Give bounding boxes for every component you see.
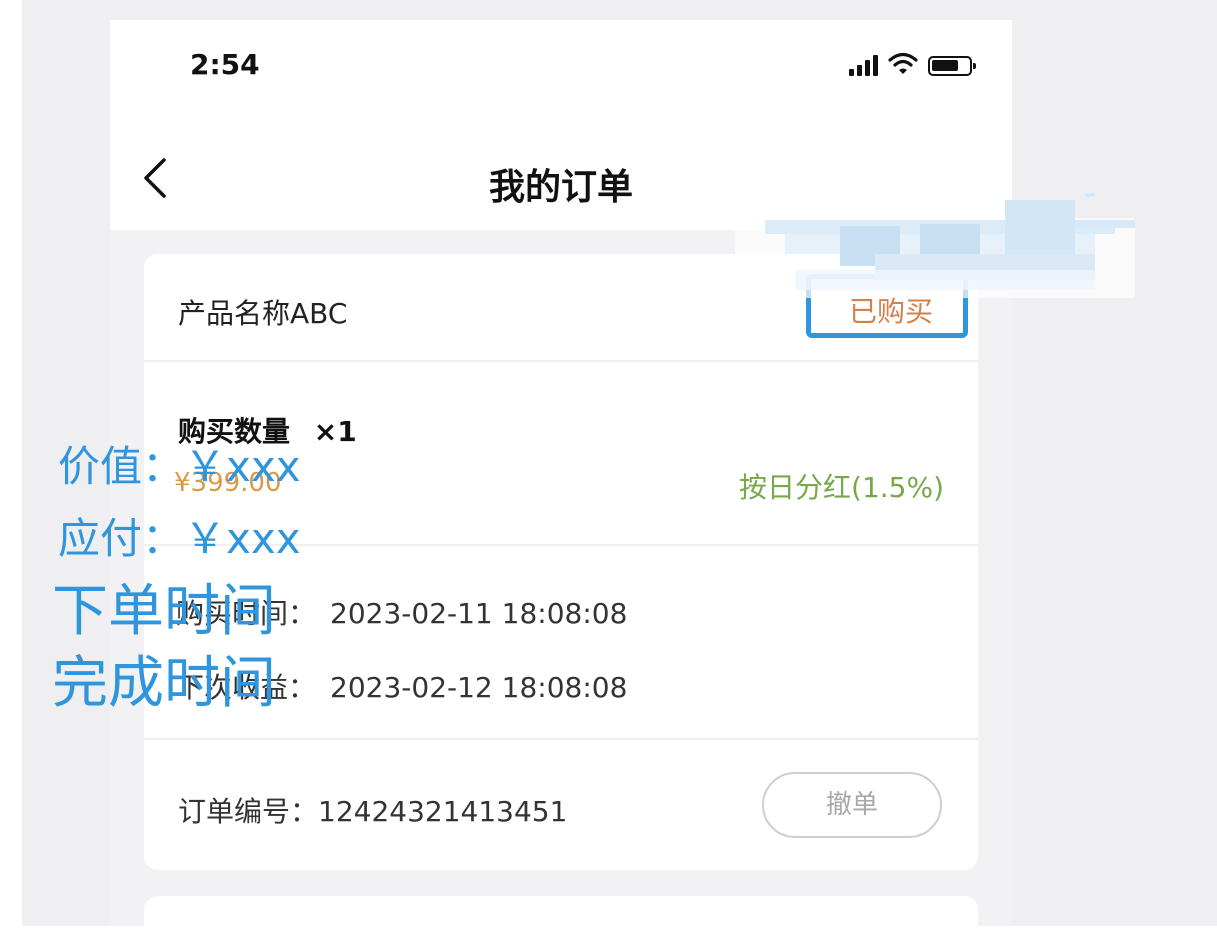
annotation-order-time: 下单时间 xyxy=(52,579,276,644)
next-income-value: 2023-02-12 18:08:08 xyxy=(330,671,628,704)
divider xyxy=(144,360,978,362)
wifi-icon xyxy=(888,52,918,74)
next-order-card xyxy=(144,896,978,926)
product-name: 产品名称ABC xyxy=(178,297,348,330)
cancel-order-button[interactable]: 撤单 xyxy=(762,772,942,838)
order-number: 订单编号：12424321413451 xyxy=(178,790,567,830)
system-icons xyxy=(849,52,976,76)
divider xyxy=(144,738,978,740)
status-time: 2:54 xyxy=(190,48,260,81)
order-number-value: 12424321413451 xyxy=(318,795,568,828)
annotation-payable: 应付：￥xxx xyxy=(58,514,301,563)
dividend-rate: 按日分红(1.5%) xyxy=(739,471,944,504)
annotation-value: 价值：￥xxx xyxy=(58,442,301,491)
purchase-time-value: 2023-02-11 18:08:08 xyxy=(330,597,628,630)
blurred-scribble xyxy=(735,192,1135,298)
order-number-label: 订单编号： xyxy=(178,795,319,828)
annotation-complete-time: 完成时间 xyxy=(52,651,276,716)
quantity-value: ×1 xyxy=(313,415,357,448)
signal-icon xyxy=(849,54,878,76)
battery-icon xyxy=(928,56,976,76)
status-bar: 2:54 xyxy=(110,20,1012,120)
